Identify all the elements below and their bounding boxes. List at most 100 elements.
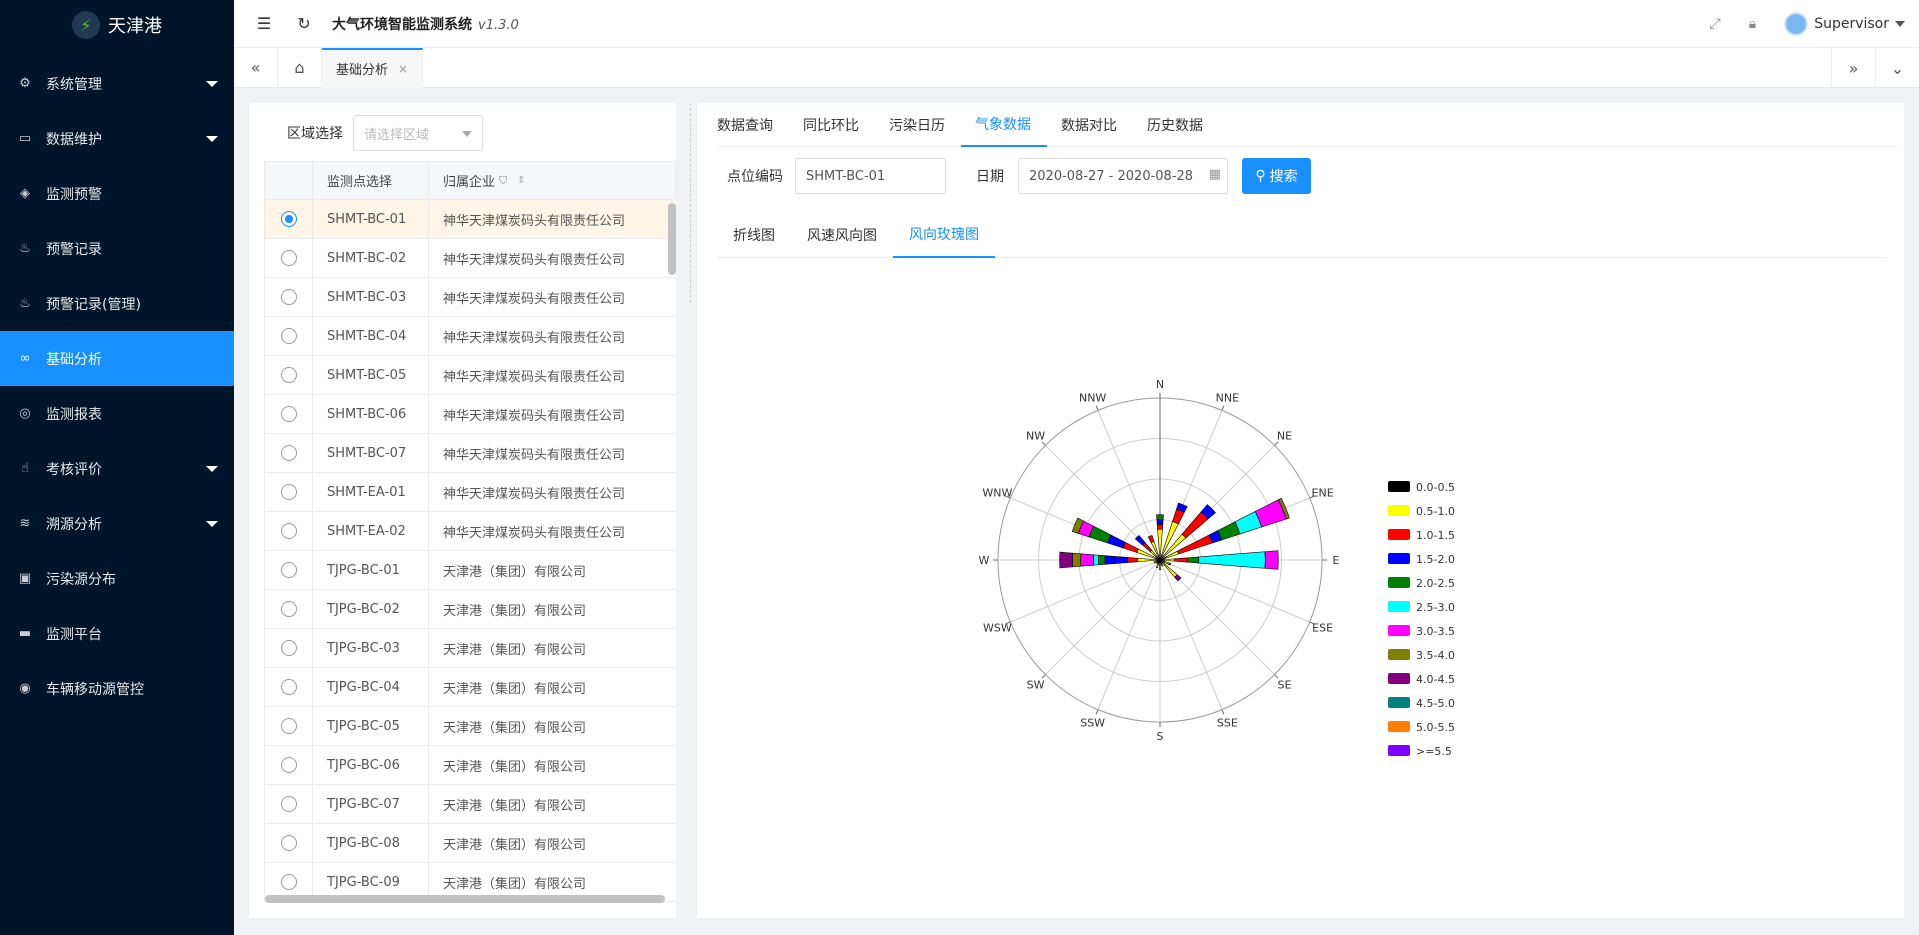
rose-segment-E[interactable] <box>1164 558 1175 562</box>
row-radio[interactable] <box>280 679 297 695</box>
rose-segment-N[interactable] <box>1157 528 1163 556</box>
legend-swatch[interactable] <box>1388 625 1410 636</box>
chart-tab[interactable]: 风速风向图 <box>791 211 893 258</box>
table-row[interactable]: SHMT-EA-02 神华天津煤炭码头有限责任公司 <box>264 512 676 551</box>
row-radio[interactable] <box>280 211 297 227</box>
sidebar-item[interactable]: ▬ 监测平台 <box>0 606 234 661</box>
legend-swatch[interactable] <box>1388 673 1410 684</box>
rose-segment-NE[interactable] <box>1181 511 1209 539</box>
sidebar-item[interactable]: ≋ 溯源分析 <box>0 496 234 551</box>
rose-segment-W[interactable] <box>1059 551 1074 569</box>
vertical-scrollbar[interactable] <box>668 203 676 275</box>
legend-label[interactable]: >=5.5 <box>1416 745 1452 758</box>
legend-swatch[interactable] <box>1388 697 1410 708</box>
row-radio[interactable] <box>280 289 297 305</box>
sidebar-item[interactable]: ⚙ 系统管理 <box>0 56 234 111</box>
rose-segment-E[interactable] <box>1264 550 1279 570</box>
analysis-tab[interactable]: 历史数据 <box>1147 103 1219 147</box>
legend-swatch[interactable] <box>1388 553 1410 564</box>
refresh-icon[interactable]: ↻ <box>294 14 314 33</box>
legend-label[interactable]: 0.5-1.0 <box>1416 505 1455 518</box>
row-radio[interactable] <box>280 523 297 539</box>
legend-label[interactable]: 5.0-5.5 <box>1416 721 1455 734</box>
row-radio[interactable] <box>280 484 297 500</box>
table-row[interactable]: SHMT-EA-01 神华天津煤炭码头有限责任公司 <box>264 473 676 512</box>
legend-swatch[interactable] <box>1388 601 1410 612</box>
legend-swatch[interactable] <box>1388 721 1410 732</box>
sidebar-item[interactable]: ▣ 污染源分布 <box>0 551 234 606</box>
table-row[interactable]: SHMT-BC-02 神华天津煤炭码头有限责任公司 <box>264 239 676 278</box>
table-row[interactable]: TJPG-BC-07 天津港（集团）有限公司 <box>264 785 676 824</box>
sort-icon[interactable]: ⇕ <box>517 175 525 186</box>
rose-segment-W[interactable] <box>1093 554 1099 566</box>
table-row[interactable]: SHMT-BC-05 神华天津煤炭码头有限责任公司 <box>264 356 676 395</box>
row-radio[interactable] <box>280 796 297 812</box>
rose-segment-E[interactable] <box>1198 551 1266 569</box>
row-radio[interactable] <box>280 835 297 851</box>
rose-segment-S[interactable] <box>1158 564 1162 571</box>
row-radio[interactable] <box>280 601 297 617</box>
user-menu[interactable]: Supervisor <box>1784 12 1905 36</box>
scroll-left-icon[interactable]: « <box>234 47 278 88</box>
table-row[interactable]: SHMT-BC-03 神华天津煤炭码头有限责任公司 <box>264 278 676 317</box>
table-row[interactable]: TJPG-BC-08 天津港（集团）有限公司 <box>264 824 676 863</box>
table-row[interactable]: TJPG-BC-03 天津港（集团）有限公司 <box>264 629 676 668</box>
rose-segment-N[interactable] <box>1156 519 1164 525</box>
sidebar-item[interactable]: ◈ 监测预警 <box>0 166 234 221</box>
home-icon[interactable]: ⌂ <box>278 47 322 88</box>
row-radio[interactable] <box>280 328 297 344</box>
rose-segment-W[interactable] <box>1098 554 1106 566</box>
filter-icon[interactable]: ⛉ <box>499 174 507 188</box>
close-icon[interactable]: × <box>398 62 408 76</box>
row-radio[interactable] <box>280 562 297 578</box>
rose-segment-SW[interactable] <box>1155 561 1159 565</box>
legend-label[interactable]: 1.0-1.5 <box>1416 529 1455 542</box>
app-logo[interactable]: ⚡ 天津港 <box>0 0 234 50</box>
rose-segment-W[interactable] <box>1127 557 1138 563</box>
chart-tab[interactable]: 风向玫瑰图 <box>893 211 995 258</box>
legend-swatch[interactable] <box>1388 745 1410 756</box>
date-range-input[interactable]: 2020-08-27 - 2020-08-28 ▦ <box>1018 158 1228 194</box>
analysis-tab[interactable]: 气象数据 <box>961 103 1047 147</box>
table-row[interactable]: TJPG-BC-02 天津港（集团）有限公司 <box>264 590 676 629</box>
lock-icon[interactable]: 🔒︎ <box>1749 16 1756 32</box>
tab-basic-analysis[interactable]: 基础分析 × <box>322 47 424 88</box>
sidebar-item[interactable]: ▭ 数据维护 <box>0 111 234 166</box>
chevron-down-icon[interactable]: ⌄ <box>1875 48 1919 88</box>
row-radio[interactable] <box>280 367 297 383</box>
rose-segment-N[interactable] <box>1156 514 1164 520</box>
sidebar-item[interactable]: ♨ 预警记录(管理) <box>0 276 234 331</box>
legend-swatch[interactable] <box>1388 577 1410 588</box>
row-radio[interactable] <box>280 718 297 734</box>
rose-segment-E[interactable] <box>1187 556 1200 564</box>
rose-segment-N[interactable] <box>1156 524 1164 530</box>
region-select[interactable]: 请选择区域 <box>353 115 483 151</box>
rose-segment-W[interactable] <box>1104 555 1129 565</box>
legend-swatch[interactable] <box>1388 529 1410 540</box>
legend-swatch[interactable] <box>1388 481 1410 492</box>
table-row[interactable]: TJPG-BC-06 天津港（集团）有限公司 <box>264 746 676 785</box>
rose-segment-W[interactable] <box>1072 552 1082 568</box>
row-radio[interactable] <box>280 406 297 422</box>
sidebar-item[interactable]: ☝ 考核评价 <box>0 441 234 496</box>
analysis-tab[interactable]: 数据对比 <box>1061 103 1133 147</box>
rose-segment-NNW[interactable] <box>1147 534 1155 544</box>
panel-splitter[interactable] <box>690 103 694 303</box>
table-row[interactable]: TJPG-BC-05 天津港（集团）有限公司 <box>264 707 676 746</box>
legend-label[interactable]: 2.5-3.0 <box>1416 601 1455 614</box>
sidebar-item[interactable]: ♨ 预警记录 <box>0 221 234 276</box>
rose-segment-W[interactable] <box>1080 553 1095 567</box>
fullscreen-icon[interactable]: ⤢ <box>1710 16 1721 32</box>
menu-fold-icon[interactable]: ☰ <box>254 14 274 33</box>
table-row[interactable]: TJPG-BC-04 天津港（集团）有限公司 <box>264 668 676 707</box>
legend-label[interactable]: 4.0-4.5 <box>1416 673 1455 686</box>
row-radio[interactable] <box>280 757 297 773</box>
sidebar-item[interactable]: ∞ 基础分析 <box>0 331 234 386</box>
rose-segment-WNW[interactable] <box>1122 541 1139 553</box>
legend-label[interactable]: 4.5-5.0 <box>1416 697 1455 710</box>
table-row[interactable]: TJPG-BC-01 天津港（集团）有限公司 <box>264 551 676 590</box>
horizontal-scrollbar[interactable] <box>265 895 665 903</box>
legend-swatch[interactable] <box>1388 649 1410 660</box>
table-row[interactable]: SHMT-BC-01 神华天津煤炭码头有限责任公司 <box>264 200 676 239</box>
analysis-tab[interactable]: 污染日历 <box>889 103 961 147</box>
